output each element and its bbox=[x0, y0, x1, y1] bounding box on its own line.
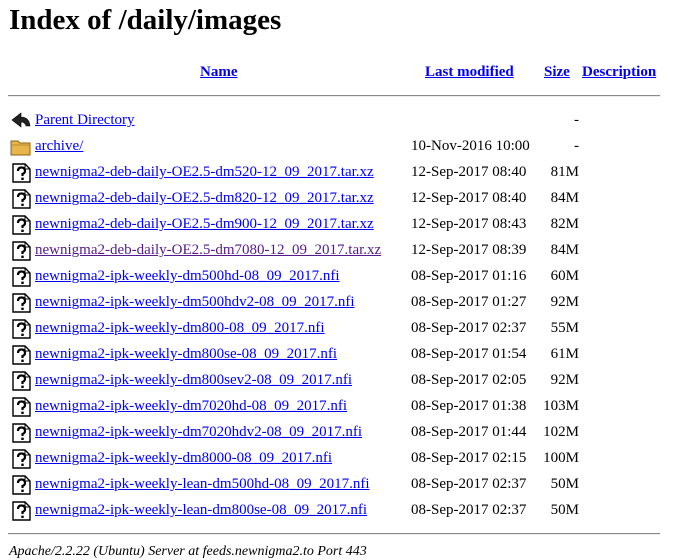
unknown-file-icon bbox=[10, 267, 32, 287]
unknown-file-icon bbox=[10, 475, 32, 495]
size-cell: 84M bbox=[550, 242, 579, 258]
file-link[interactable]: newnigma2-deb-daily-OE2.5-dm7080-12_09_2… bbox=[35, 242, 381, 259]
server-signature: Apache/2.2.22 (Ubuntu) Server at feeds.n… bbox=[9, 544, 367, 559]
table-row: archive/10-Nov-2016 10:00 - bbox=[0, 134, 673, 160]
last-modified-cell: 08-Sep-2017 02:37 bbox=[411, 476, 527, 492]
file-link[interactable]: newnigma2-ipk-weekly-dm800sev2-08_09_201… bbox=[35, 372, 352, 389]
file-link[interactable]: newnigma2-ipk-weekly-dm500hd-08_09_2017.… bbox=[35, 268, 340, 285]
table-row: newnigma2-deb-daily-OE2.5-dm520-12_09_20… bbox=[0, 160, 673, 186]
table-row: newnigma2-deb-daily-OE2.5-dm820-12_09_20… bbox=[0, 186, 673, 212]
last-modified-cell: 08-Sep-2017 01:54 bbox=[411, 346, 527, 362]
table-row: newnigma2-deb-daily-OE2.5-dm7080-12_09_2… bbox=[0, 238, 673, 264]
size-cell: 100M bbox=[543, 450, 579, 466]
size-cell: - bbox=[574, 112, 579, 128]
file-link[interactable]: newnigma2-ipk-weekly-dm800se-08_09_2017.… bbox=[35, 346, 337, 363]
size-cell: 55M bbox=[550, 320, 579, 336]
table-row: newnigma2-ipk-weekly-dm7020hdv2-08_09_20… bbox=[0, 420, 673, 446]
folder-icon bbox=[10, 137, 32, 157]
size-cell: 50M bbox=[550, 476, 579, 492]
unknown-file-icon bbox=[10, 449, 32, 469]
table-row: newnigma2-ipk-weekly-dm7020hd-08_09_2017… bbox=[0, 394, 673, 420]
unknown-file-icon bbox=[10, 241, 32, 261]
file-link[interactable]: newnigma2-ipk-weekly-dm8000-08_09_2017.n… bbox=[35, 450, 332, 467]
last-modified-cell: 08-Sep-2017 02:37 bbox=[411, 320, 527, 336]
size-cell: 82M bbox=[550, 216, 579, 232]
sort-by-description-link[interactable]: Description bbox=[582, 64, 656, 81]
page-title: Index of /daily/images bbox=[9, 4, 282, 36]
size-cell: 50M bbox=[550, 502, 579, 518]
last-modified-cell: 08-Sep-2017 02:37 bbox=[411, 502, 527, 518]
table-row: newnigma2-ipk-weekly-dm500hdv2-08_09_201… bbox=[0, 290, 673, 316]
size-cell: 102M bbox=[543, 424, 579, 440]
sort-by-size-link[interactable]: Size bbox=[544, 64, 570, 81]
table-row: newnigma2-ipk-weekly-dm500hd-08_09_2017.… bbox=[0, 264, 673, 290]
last-modified-cell: 12-Sep-2017 08:43 bbox=[411, 216, 527, 232]
file-link[interactable]: newnigma2-ipk-weekly-lean-dm500hd-08_09_… bbox=[35, 476, 370, 493]
unknown-file-icon bbox=[10, 189, 32, 209]
last-modified-cell: 08-Sep-2017 01:16 bbox=[411, 268, 527, 284]
file-link[interactable]: newnigma2-ipk-weekly-dm800-08_09_2017.nf… bbox=[35, 320, 325, 337]
unknown-file-icon bbox=[10, 293, 32, 313]
file-link[interactable]: newnigma2-deb-daily-OE2.5-dm900-12_09_20… bbox=[35, 216, 374, 233]
unknown-file-icon bbox=[10, 501, 32, 521]
file-link[interactable]: newnigma2-ipk-weekly-dm500hdv2-08_09_201… bbox=[35, 294, 355, 311]
last-modified-cell: 08-Sep-2017 01:27 bbox=[411, 294, 527, 310]
sort-by-last-modified-link[interactable]: Last modified bbox=[425, 64, 514, 81]
size-cell: 81M bbox=[550, 164, 579, 180]
unknown-file-icon bbox=[10, 423, 32, 443]
table-row: newnigma2-ipk-weekly-dm800se-08_09_2017.… bbox=[0, 342, 673, 368]
unknown-file-icon bbox=[10, 397, 32, 417]
sort-by-name-link[interactable]: Name bbox=[200, 64, 238, 81]
last-modified-cell: 08-Sep-2017 01:44 bbox=[411, 424, 527, 440]
last-modified-cell: 08-Sep-2017 02:15 bbox=[411, 450, 527, 466]
size-cell: 60M bbox=[550, 268, 579, 284]
size-cell: 92M bbox=[550, 294, 579, 310]
last-modified-cell: 12-Sep-2017 08:39 bbox=[411, 242, 527, 258]
file-link[interactable]: newnigma2-deb-daily-OE2.5-dm520-12_09_20… bbox=[35, 164, 374, 181]
last-modified-cell: 12-Sep-2017 08:40 bbox=[411, 190, 527, 206]
folder-link[interactable]: archive/ bbox=[35, 138, 83, 155]
last-modified-cell: 08-Sep-2017 01:38 bbox=[411, 398, 527, 414]
file-link[interactable]: newnigma2-deb-daily-OE2.5-dm820-12_09_20… bbox=[35, 190, 374, 207]
table-row: newnigma2-ipk-weekly-dm800-08_09_2017.nf… bbox=[0, 316, 673, 342]
header-divider bbox=[8, 95, 660, 97]
size-cell: 61M bbox=[550, 346, 579, 362]
last-modified-cell: 10-Nov-2016 10:00 bbox=[411, 138, 530, 154]
parent-directory-link[interactable]: Parent Directory bbox=[35, 112, 135, 129]
table-row: newnigma2-deb-daily-OE2.5-dm900-12_09_20… bbox=[0, 212, 673, 238]
table-row: newnigma2-ipk-weekly-lean-dm800se-08_09_… bbox=[0, 498, 673, 524]
unknown-file-icon bbox=[10, 319, 32, 339]
file-link[interactable]: newnigma2-ipk-weekly-lean-dm800se-08_09_… bbox=[35, 502, 367, 519]
table-row: newnigma2-ipk-weekly-lean-dm500hd-08_09_… bbox=[0, 472, 673, 498]
back-icon bbox=[10, 111, 32, 131]
unknown-file-icon bbox=[10, 371, 32, 391]
size-cell: 103M bbox=[543, 398, 579, 414]
unknown-file-icon bbox=[10, 345, 32, 365]
file-link[interactable]: newnigma2-ipk-weekly-dm7020hd-08_09_2017… bbox=[35, 398, 347, 415]
last-modified-cell: 12-Sep-2017 08:40 bbox=[411, 164, 527, 180]
table-row: newnigma2-ipk-weekly-dm8000-08_09_2017.n… bbox=[0, 446, 673, 472]
footer-divider bbox=[8, 533, 660, 535]
size-cell: 84M bbox=[550, 190, 579, 206]
file-link[interactable]: newnigma2-ipk-weekly-dm7020hdv2-08_09_20… bbox=[35, 424, 362, 441]
last-modified-cell: 08-Sep-2017 02:05 bbox=[411, 372, 527, 388]
unknown-file-icon bbox=[10, 215, 32, 235]
unknown-file-icon bbox=[10, 163, 32, 183]
size-cell: - bbox=[574, 138, 579, 154]
size-cell: 92M bbox=[550, 372, 579, 388]
parent-directory-row: Parent Directory - bbox=[0, 108, 673, 134]
table-row: newnigma2-ipk-weekly-dm800sev2-08_09_201… bbox=[0, 368, 673, 394]
